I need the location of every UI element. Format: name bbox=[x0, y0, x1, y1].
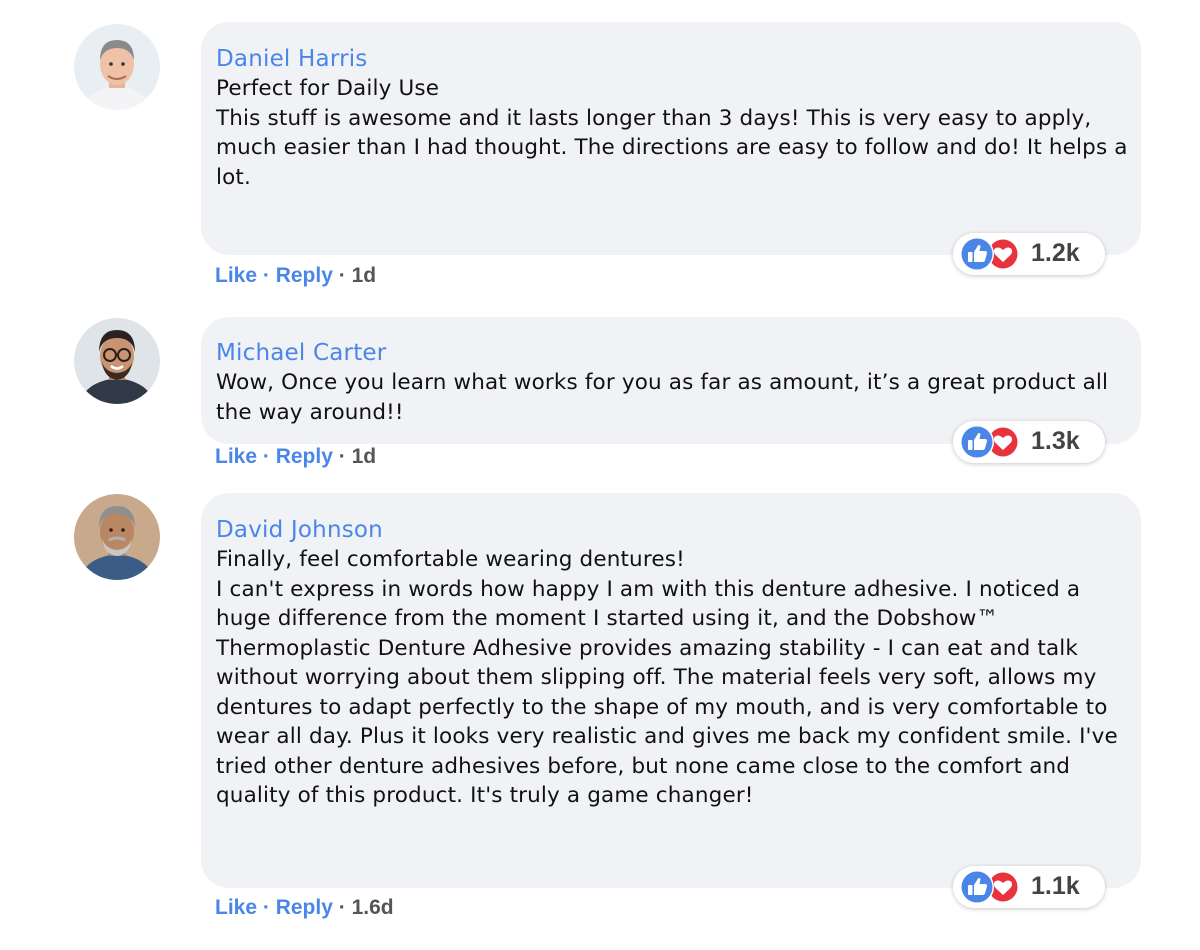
comment-text: Wow, Once you learn what works for you a… bbox=[216, 370, 1109, 425]
reaction-icons bbox=[960, 425, 1019, 459]
separator: · bbox=[262, 896, 276, 919]
reaction-summary[interactable]: 1.2k bbox=[953, 233, 1105, 275]
avatar[interactable] bbox=[74, 24, 160, 110]
comment-body: Perfect for Daily Use This stuff is awes… bbox=[216, 74, 1131, 192]
reply-link[interactable]: Reply bbox=[276, 445, 333, 468]
like-link[interactable]: Like bbox=[215, 264, 257, 287]
comment-title: Finally, feel comfortable wearing dentur… bbox=[216, 547, 685, 572]
reaction-icons bbox=[960, 870, 1019, 904]
comment-text: This stuff is awesome and it lasts longe… bbox=[216, 105, 1128, 190]
comment-actions: Like · Reply · 1d bbox=[215, 445, 376, 469]
comment-text: I can't express in words how happy I am … bbox=[216, 576, 1118, 809]
reaction-summary[interactable]: 1.1k bbox=[953, 866, 1105, 908]
like-link[interactable]: Like bbox=[215, 445, 257, 468]
reaction-count: 1.3k bbox=[1031, 427, 1080, 455]
separator: · bbox=[338, 264, 352, 287]
separator: · bbox=[338, 896, 352, 919]
comment-body: Wow, Once you learn what works for you a… bbox=[216, 368, 1131, 427]
comment-title: Perfect for Daily Use bbox=[216, 76, 440, 101]
reaction-count: 1.2k bbox=[1031, 239, 1080, 267]
avatar-image bbox=[74, 494, 160, 580]
avatar[interactable] bbox=[74, 494, 160, 580]
separator: · bbox=[262, 445, 276, 468]
reply-link[interactable]: Reply bbox=[276, 264, 333, 287]
separator: · bbox=[262, 264, 276, 287]
author-name[interactable]: Daniel Harris bbox=[216, 46, 368, 72]
timestamp: 1.6d bbox=[351, 896, 394, 919]
like-link[interactable]: Like bbox=[215, 896, 257, 919]
avatar[interactable] bbox=[74, 318, 160, 404]
reaction-icons bbox=[960, 237, 1019, 271]
like-icon bbox=[960, 425, 994, 459]
reaction-count: 1.1k bbox=[1031, 872, 1080, 900]
comment-actions: Like · Reply · 1d bbox=[215, 264, 376, 288]
like-icon bbox=[960, 870, 994, 904]
timestamp: 1d bbox=[351, 264, 377, 287]
comment-actions: Like · Reply · 1.6d bbox=[215, 896, 394, 920]
reply-link[interactable]: Reply bbox=[276, 896, 333, 919]
avatar-image bbox=[74, 24, 160, 110]
avatar-image bbox=[74, 318, 160, 404]
author-name[interactable]: David Johnson bbox=[216, 517, 383, 543]
like-icon bbox=[960, 237, 994, 271]
separator: · bbox=[338, 445, 352, 468]
comment-body: Finally, feel comfortable wearing dentur… bbox=[216, 545, 1131, 811]
author-name[interactable]: Michael Carter bbox=[216, 340, 386, 366]
reaction-summary[interactable]: 1.3k bbox=[953, 421, 1105, 463]
timestamp: 1d bbox=[351, 445, 377, 468]
